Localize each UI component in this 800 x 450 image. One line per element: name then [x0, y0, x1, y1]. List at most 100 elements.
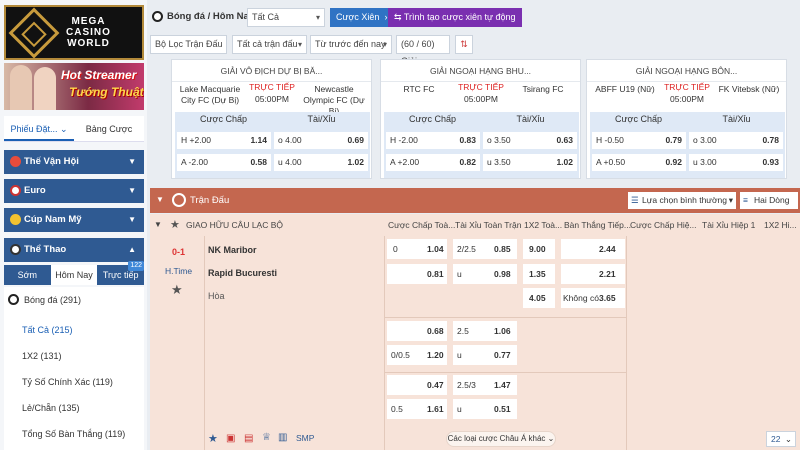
odds-button[interactable]: A +0.50 0.92 — [592, 154, 686, 171]
tab-live[interactable]: Trực tiếp 122 — [97, 261, 145, 285]
chevron-down-icon: ⌄ — [60, 124, 68, 134]
odds-cell[interactable]: 0 1.04 — [387, 239, 447, 259]
column-header: Cược Chấp Hiệ... — [630, 220, 697, 230]
more-markets-count[interactable]: 22 ⌄ — [766, 431, 796, 447]
star-icon[interactable]: ★ — [208, 432, 218, 445]
line-mode-select[interactable]: ≡ Hai Dòng — [740, 192, 798, 209]
card-home-team: Lake Macquarie City FC (Dự Bị) — [179, 84, 241, 105]
view-mode-select[interactable]: ☰ Lựa chọn bình thường ▾ — [628, 192, 736, 209]
odds-cell[interactable]: 2.44 — [561, 239, 625, 259]
site-logo[interactable]: MEGA CASINO WORLD — [4, 5, 144, 60]
smp-button[interactable]: SMP — [296, 433, 314, 443]
sidebar-item-euro[interactable]: Euro ▼ — [4, 179, 144, 203]
sort-arrows-icon[interactable]: ⇅ — [455, 35, 473, 54]
odds-button[interactable]: A -2.00 0.58 — [177, 154, 271, 171]
featured-match-card[interactable]: GIẢI NGOẠI HẠNG BÔN... ABFF U19 (Nữ) TRỰ… — [586, 59, 787, 179]
tab-today[interactable]: Hôm Nay — [50, 265, 98, 285]
league-count[interactable]: (60 / 60) Giải — [396, 35, 450, 66]
breadcrumb: Bóng đá / Hôm Nay — [167, 11, 255, 22]
chevron-down-icon[interactable]: ▼ — [156, 195, 164, 204]
list-item[interactable]: Tỷ Số Chính Xác (119) — [4, 377, 144, 387]
column-header: Tài Xỉu Hiệp 1 — [702, 220, 756, 230]
sidebar-item-sports[interactable]: Thể Thao ▲ — [4, 238, 144, 262]
odds-value: 1.14 — [250, 135, 267, 145]
odds-cell[interactable]: 0.81 — [387, 264, 447, 284]
odds-button[interactable]: u 4.00 1.02 — [274, 154, 368, 171]
trophy-icon[interactable]: ♕ — [262, 432, 271, 443]
odds-value: 1.02 — [347, 157, 364, 167]
odds-cell[interactable]: 2/2.5 0.85 — [453, 239, 517, 259]
card-home-team: ABFF U19 (Nữ) — [595, 84, 655, 94]
odds-button[interactable]: u 3.00 0.93 — [689, 154, 783, 171]
ou-line: 2.5 — [457, 326, 469, 336]
chevron-down-icon[interactable]: ▼ — [154, 220, 162, 229]
more-asian-bets-button[interactable]: Các loại cược Châu Á khác ⌄ — [446, 431, 556, 447]
parlay-button[interactable]: Cược Xiên › — [330, 8, 394, 27]
auto-parlay-builder-button[interactable]: ⇆ Trình tạo cược xiên tự động — [388, 8, 522, 27]
bar-chart-icon[interactable]: ▥ — [278, 432, 287, 443]
stats-icon[interactable]: ▣ — [226, 433, 235, 444]
tab-early[interactable]: Sớm — [4, 265, 51, 285]
odds-cell[interactable]: 0.47 — [387, 375, 447, 395]
odds-button[interactable]: o 3.00 0.78 — [689, 132, 783, 149]
odds-button[interactable]: H +2.00 1.14 — [177, 132, 271, 149]
matches-filter-select[interactable]: Tất cả trận đấu ▾ — [232, 35, 307, 54]
star-icon[interactable]: ★ — [170, 218, 180, 231]
chevron-down-icon: ▾ — [315, 13, 320, 22]
column-divider — [626, 236, 627, 450]
odds-cell[interactable]: 2.5/3 1.47 — [453, 375, 517, 395]
odds-button[interactable]: o 3.50 0.63 — [483, 132, 577, 149]
list-item[interactable]: Tổng Số Bàn Thắng (119) — [4, 429, 144, 439]
tab-betslip[interactable]: Phiếu Đặt... ⌄ — [4, 116, 74, 141]
odds-cell[interactable]: u 0.51 — [453, 399, 517, 419]
sports-time-tabs: Sớm Hôm Nay Trực tiếp 122 — [4, 261, 145, 285]
odds-cell[interactable]: 0/0.5 1.20 — [387, 345, 447, 365]
category-label: Thể Thao — [24, 244, 67, 255]
odds-cell[interactable]: 2.21 — [561, 264, 625, 284]
odds-cell[interactable]: u 0.98 — [453, 264, 517, 284]
ou-label: u — [457, 404, 462, 414]
table-header: ▼ ★ GIAO HỮU CÂU LẠC BỘ Cược Chấp Toà...… — [150, 214, 800, 236]
chart-icon[interactable]: ▤ — [244, 433, 253, 444]
odds-cell[interactable]: Không có 3.65 — [561, 288, 625, 308]
featured-match-card[interactable]: GIẢI VÔ ĐỊCH DỰ BỊ BĂ... Lake Macquarie … — [171, 59, 372, 179]
odds-button[interactable]: u 3.50 1.02 — [483, 154, 577, 171]
market-filter-select[interactable]: Tất Cả ▾ — [247, 8, 325, 27]
odds-button[interactable]: o 4.00 0.69 — [274, 132, 368, 149]
handicap-line: H -0.50 — [596, 135, 624, 145]
odds-cell[interactable]: u 0.77 — [453, 345, 517, 365]
featured-match-card[interactable]: GIẢI NGOẠI HẠNG BHU... RTC FC TRỰC TIẾP … — [380, 59, 581, 179]
list-item[interactable]: 1X2 (131) — [4, 351, 144, 361]
ou-label: u — [457, 269, 462, 279]
odds-button[interactable]: H -2.00 0.83 — [386, 132, 480, 149]
star-icon[interactable]: ★ — [171, 282, 183, 298]
kickoff-time: 05:00PM — [669, 94, 705, 104]
sidebar-item-copa-america[interactable]: Cúp Nam Mỹ ▼ — [4, 208, 144, 232]
logo-text-line: CASINO — [66, 27, 111, 38]
league-filter-select[interactable]: Bộ Lọc Trận Đấu — [150, 35, 227, 54]
sport-item-football[interactable]: Bóng đá (291) — [4, 294, 144, 305]
sidebar-item-olympics[interactable]: Thế Vận Hội ▼ — [4, 150, 144, 174]
live-count-badge: 122 — [128, 261, 145, 271]
odds-cell[interactable]: 2.5 1.06 — [453, 321, 517, 341]
odds-cell[interactable]: 9.00 — [523, 239, 555, 259]
odds-button[interactable]: A +2.00 0.82 — [386, 154, 480, 171]
odds-value: 0.85 — [494, 244, 511, 254]
tab-bet-list[interactable]: Bảng Cược — [74, 116, 144, 141]
list-item[interactable]: Tất Cả (215) — [4, 325, 144, 335]
shuffle-icon: ⇆ — [394, 12, 404, 22]
column-header: Cược Chấp Toà... — [388, 220, 456, 230]
card-teams: RTC FC TRỰC TIẾP 05:00PM Tsirang FC — [381, 82, 582, 112]
time-sort-select[interactable]: Từ trước đến nay ▾ — [310, 35, 392, 54]
over-under-header: Tài/Xỉu — [307, 114, 336, 124]
odds-cell[interactable]: 4.05 — [523, 288, 555, 308]
column-header: Tài Xỉu Toàn Trận — [455, 220, 522, 230]
clock-icon — [172, 193, 186, 207]
odds-button[interactable]: H -0.50 0.79 — [592, 132, 686, 149]
euro-cup-icon — [10, 185, 21, 196]
odds-cell[interactable]: 1.35 — [523, 264, 555, 284]
list-item[interactable]: Lẻ/Chẵn (135) — [4, 403, 144, 413]
promo-banner[interactable]: Hot Streamer Tướng Thuật — [4, 63, 144, 110]
odds-cell[interactable]: 0.5 1.61 — [387, 399, 447, 419]
odds-cell[interactable]: 0.68 — [387, 321, 447, 341]
